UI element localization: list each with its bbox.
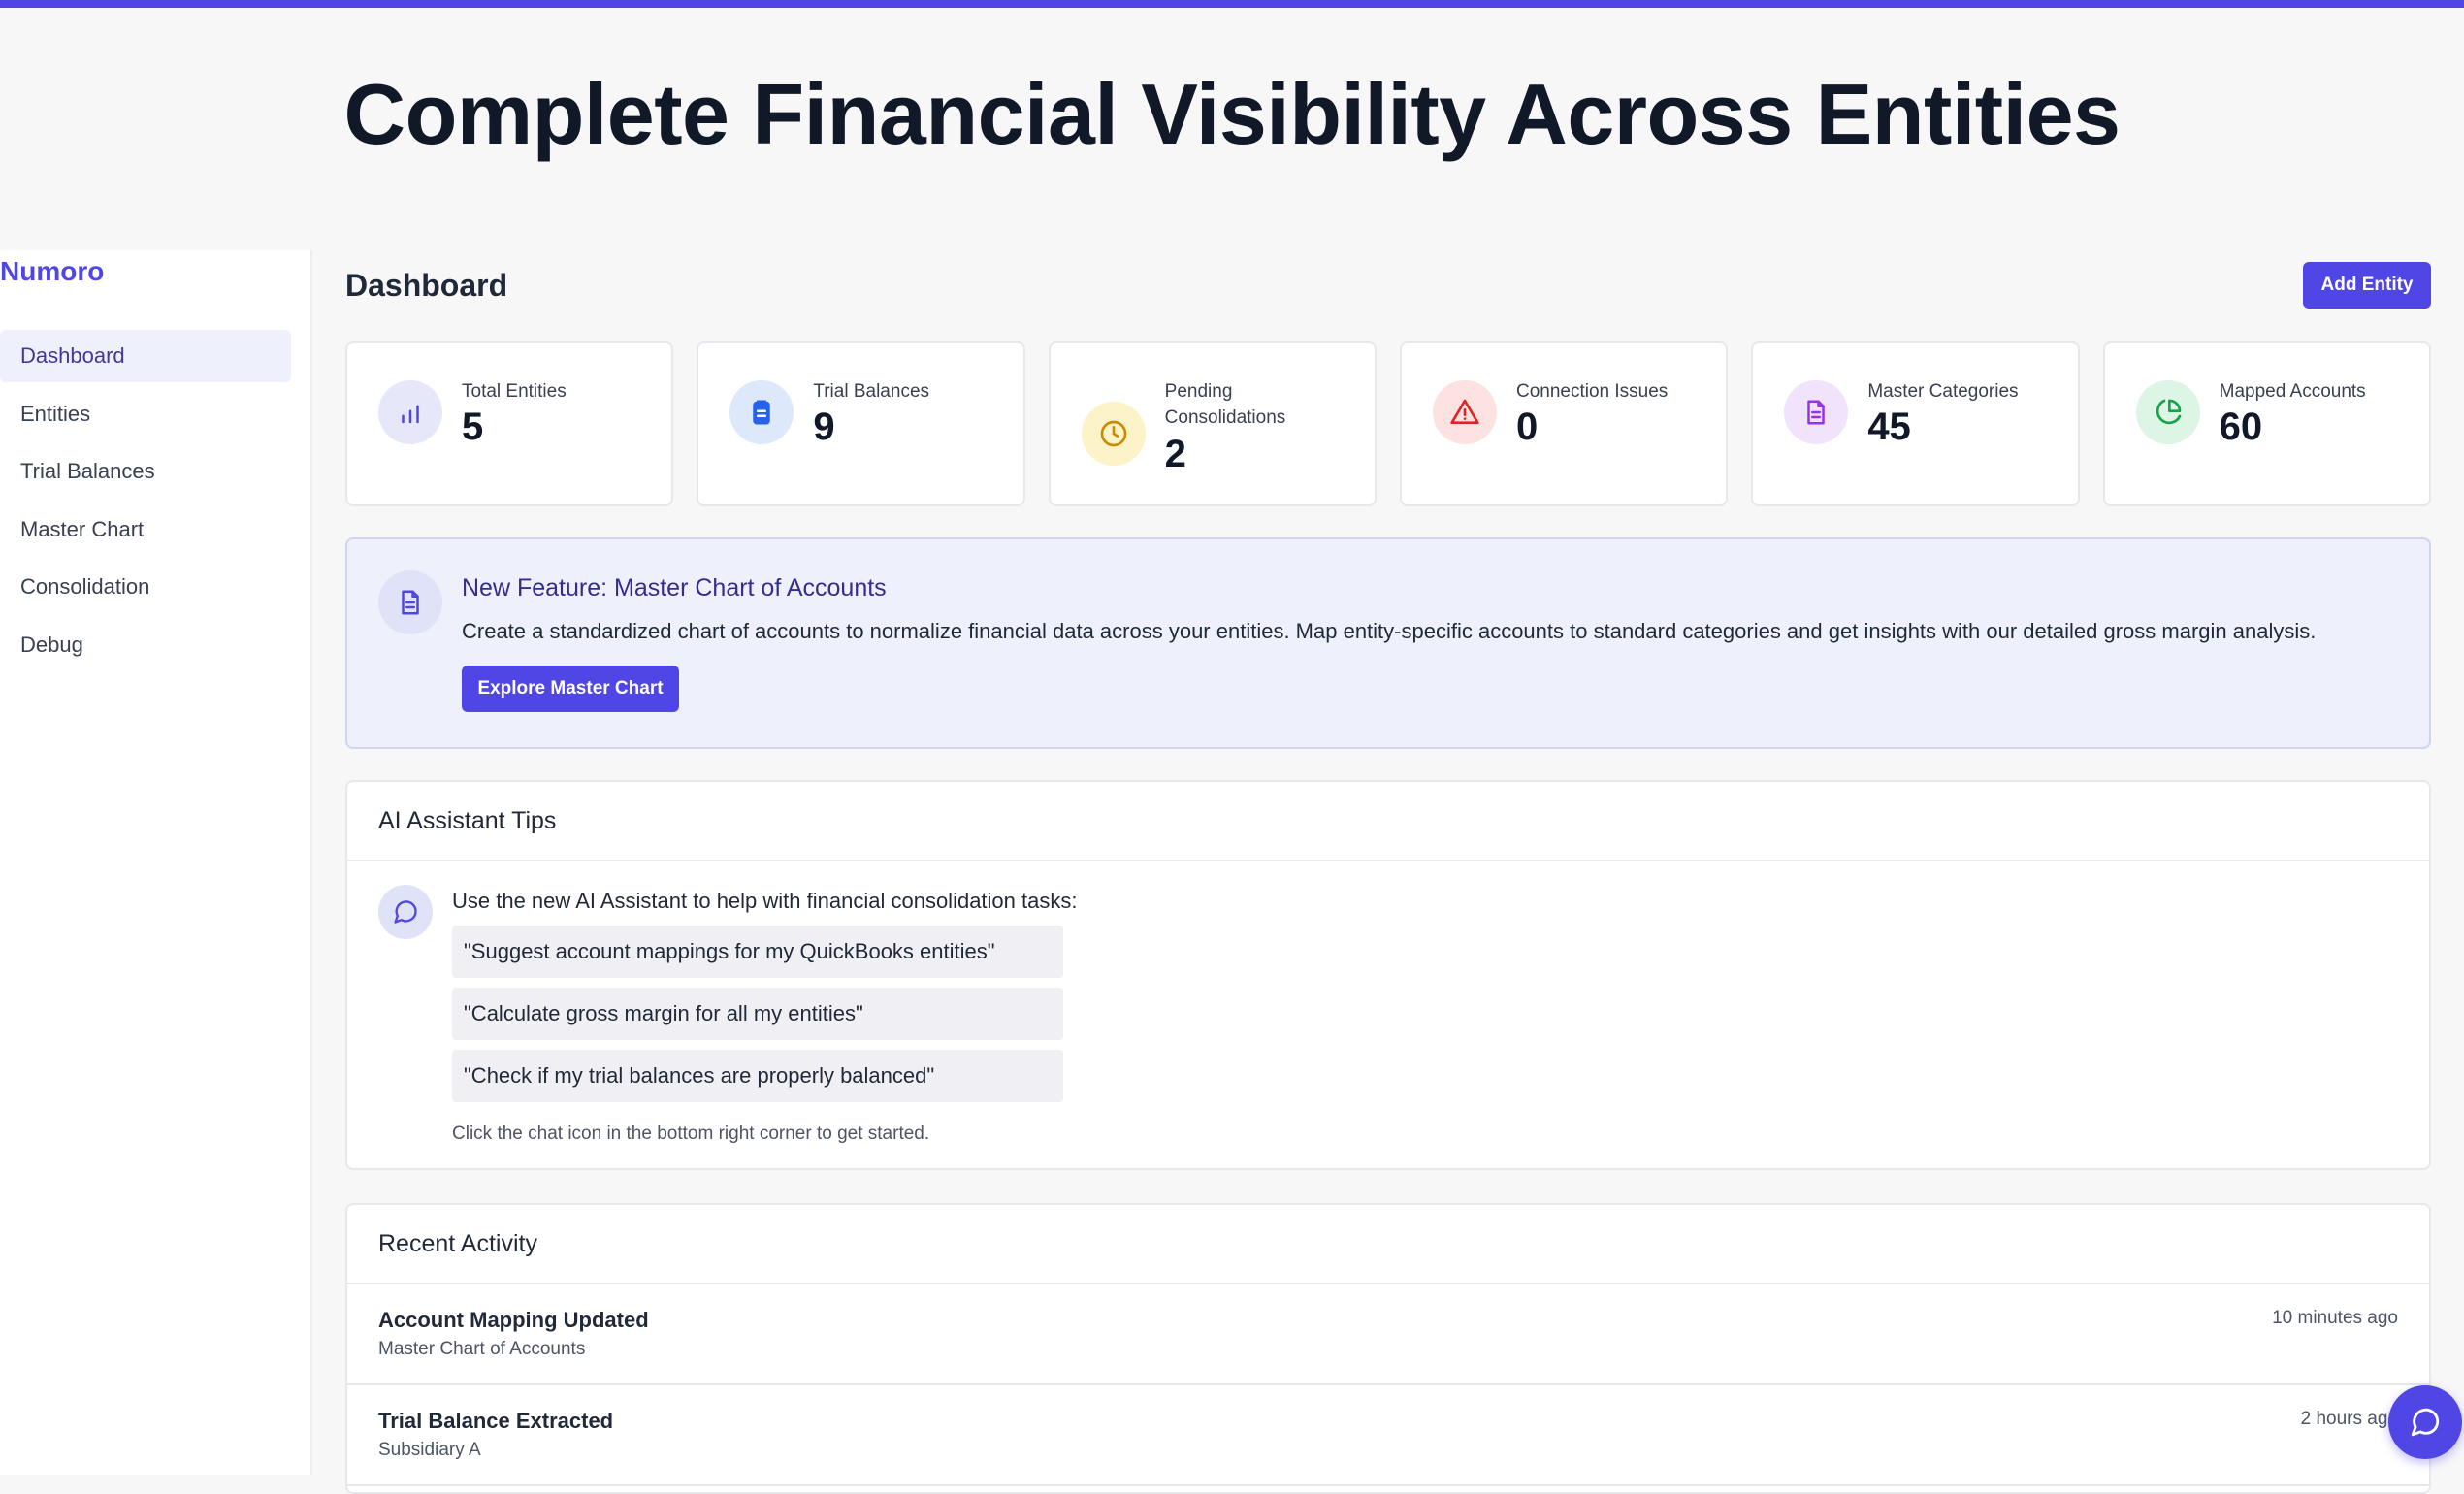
bar-chart-icon [378, 380, 442, 444]
feature-description: Create a standardized chart of accounts … [462, 619, 2317, 643]
activity-item[interactable]: Account Mapping Updated Master Chart of … [347, 1284, 2429, 1385]
activity-subtitle: Subsidiary A [378, 1440, 481, 1460]
stat-value: 0 [1515, 406, 1539, 448]
top-accent-bar [0, 0, 2464, 8]
stat-card-pending-consolidations[interactable]: Pending Consolidations 2 [1048, 341, 1377, 506]
explore-master-chart-button[interactable]: Explore Master Chart [462, 666, 679, 712]
tip-suggestion[interactable]: "Check if my trial balances are properly… [452, 1050, 1063, 1102]
stat-value: 2 [1164, 433, 1186, 475]
sidebar-item-entities[interactable]: Entities [0, 388, 291, 440]
main-content: Dashboard Add Entity Total Entities 5 Tr… [345, 250, 2431, 1494]
pie-chart-icon [2135, 380, 2200, 444]
sidebar-item-master-chart[interactable]: Master Chart [0, 503, 291, 556]
chat-launcher-button[interactable] [2388, 1385, 2462, 1459]
hero-title: Complete Financial Visibility Across Ent… [343, 66, 2121, 162]
stat-card-connection-issues[interactable]: Connection Issues 0 [1399, 341, 1729, 506]
clock-icon [1081, 402, 1146, 466]
ai-assistant-tips-card: AI Assistant Tips Use the new AI Assista… [345, 780, 2431, 1170]
activity-title: Trial Balance Extracted [378, 1409, 614, 1433]
stat-value: 60 [2219, 406, 2263, 448]
sidebar-nav: Dashboard Entities Trial Balances Master… [0, 330, 291, 676]
stat-label: Master Categories [1867, 381, 2019, 402]
brand-logo[interactable]: Numoro [0, 256, 104, 287]
stat-value: 45 [1867, 406, 1911, 448]
activity-subtitle: Master Chart of Accounts [378, 1339, 586, 1359]
recent-activity-card: Recent Activity Account Mapping Updated … [345, 1203, 2431, 1494]
activity-title: Account Mapping Updated [378, 1308, 649, 1332]
card-title: Recent Activity [347, 1205, 2429, 1284]
sidebar-item-trial-balances[interactable]: Trial Balances [0, 445, 291, 498]
tip-suggestion[interactable]: "Suggest account mappings for my QuickBo… [452, 926, 1063, 978]
stat-card-mapped-accounts[interactable]: Mapped Accounts 60 [2102, 341, 2431, 506]
feature-banner: New Feature: Master Chart of Accounts Cr… [345, 537, 2431, 749]
card-title: AI Assistant Tips [347, 782, 2429, 861]
tips-footer: Click the chat icon in the bottom right … [452, 1123, 930, 1144]
clipboard-icon [729, 380, 794, 444]
tip-suggestion[interactable]: "Calculate gross margin for all my entit… [452, 988, 1063, 1040]
page-title: Dashboard [345, 268, 508, 303]
tips-intro: Use the new AI Assistant to help with fi… [452, 889, 1078, 913]
stat-card-trial-balances[interactable]: Trial Balances 9 [697, 341, 1025, 506]
stat-label: Mapped Accounts [2219, 381, 2366, 402]
activity-time: 2 hours ago [2300, 1409, 2398, 1429]
hero: Complete Financial Visibility Across Ent… [0, 8, 2464, 250]
feature-title: New Feature: Master Chart of Accounts [462, 574, 887, 601]
sidebar-item-consolidation[interactable]: Consolidation [0, 561, 291, 613]
stat-value: 9 [813, 406, 835, 448]
activity-time: 10 minutes ago [2272, 1308, 2398, 1328]
stat-label: Total Entities [462, 381, 567, 402]
chat-bubble-icon [2411, 1408, 2440, 1437]
document-icon [1784, 380, 1849, 444]
chat-bubble-icon [378, 885, 433, 939]
document-icon [378, 570, 442, 634]
add-entity-button[interactable]: Add Entity [2303, 262, 2431, 309]
stat-value: 5 [462, 406, 484, 448]
stat-label: Trial Balances [813, 381, 930, 402]
stat-card-master-categories[interactable]: Master Categories 45 [1751, 341, 2080, 506]
sidebar: Numoro Dashboard Entities Trial Balances… [0, 250, 312, 1475]
stats-row: Total Entities 5 Trial Balances 9 Pendin… [345, 341, 2431, 506]
stat-card-total-entities[interactable]: Total Entities 5 [345, 341, 674, 506]
stat-label: Connection Issues [1515, 381, 1669, 402]
stat-label: Pending Consolidations [1164, 381, 1286, 428]
sidebar-item-debug[interactable]: Debug [0, 619, 291, 671]
activity-item[interactable]: Trial Balance Extracted Subsidiary A 2 h… [347, 1385, 2429, 1486]
alert-triangle-icon [1432, 380, 1497, 444]
sidebar-item-dashboard[interactable]: Dashboard [0, 330, 291, 382]
